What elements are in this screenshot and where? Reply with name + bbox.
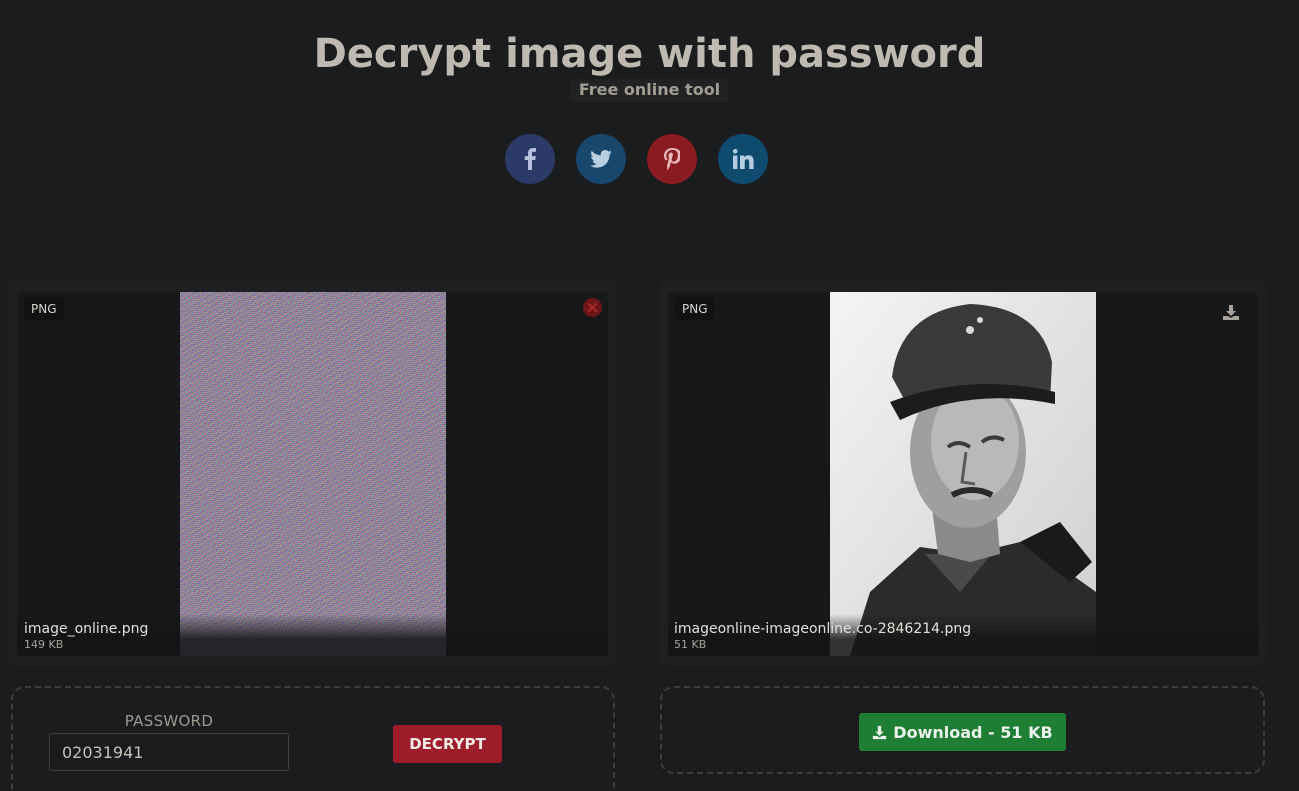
decrypted-photo bbox=[830, 292, 1096, 656]
input-image-panel bbox=[17, 292, 608, 656]
twitter-share-button[interactable] bbox=[576, 134, 626, 184]
facebook-share-button[interactable] bbox=[505, 134, 555, 184]
download-image-button[interactable] bbox=[1222, 303, 1240, 321]
download-button[interactable]: Download - 51 KB bbox=[859, 713, 1066, 751]
remove-image-button[interactable] bbox=[583, 298, 602, 317]
password-label: PASSWORD bbox=[124, 712, 214, 730]
page-title: Decrypt image with password bbox=[313, 31, 986, 77]
download-icon bbox=[1223, 305, 1239, 320]
page-subtitle: Free online tool bbox=[570, 79, 729, 102]
linkedin-share-button[interactable] bbox=[718, 134, 768, 184]
encrypted-image-preview bbox=[180, 292, 446, 656]
format-badge: PNG bbox=[24, 297, 64, 320]
pinterest-icon bbox=[664, 148, 680, 170]
output-image-panel bbox=[668, 292, 1258, 656]
close-circle-icon bbox=[588, 303, 597, 312]
input-filename: image_online.png bbox=[24, 621, 149, 637]
pinterest-share-button[interactable] bbox=[647, 134, 697, 184]
decrypted-image-preview bbox=[830, 292, 1096, 656]
encrypted-noise-image bbox=[180, 292, 446, 656]
output-filesize: 51 KB bbox=[674, 638, 707, 651]
download-icon bbox=[873, 725, 887, 739]
page: Decrypt image with password Free online … bbox=[0, 0, 1299, 791]
facebook-icon bbox=[524, 148, 536, 170]
portrait-illustration bbox=[830, 292, 1096, 656]
decrypt-button[interactable]: DECRYPT bbox=[393, 725, 502, 763]
social-share-bar bbox=[505, 134, 768, 184]
twitter-icon bbox=[590, 150, 612, 168]
password-input[interactable] bbox=[49, 733, 289, 771]
linkedin-icon bbox=[732, 149, 754, 169]
format-badge: PNG bbox=[675, 297, 715, 320]
input-filesize: 149 KB bbox=[24, 638, 64, 651]
output-filename: imageonline-imageonline.co-2846214.png bbox=[674, 621, 972, 637]
download-button-label: Download - 51 KB bbox=[893, 722, 1053, 742]
